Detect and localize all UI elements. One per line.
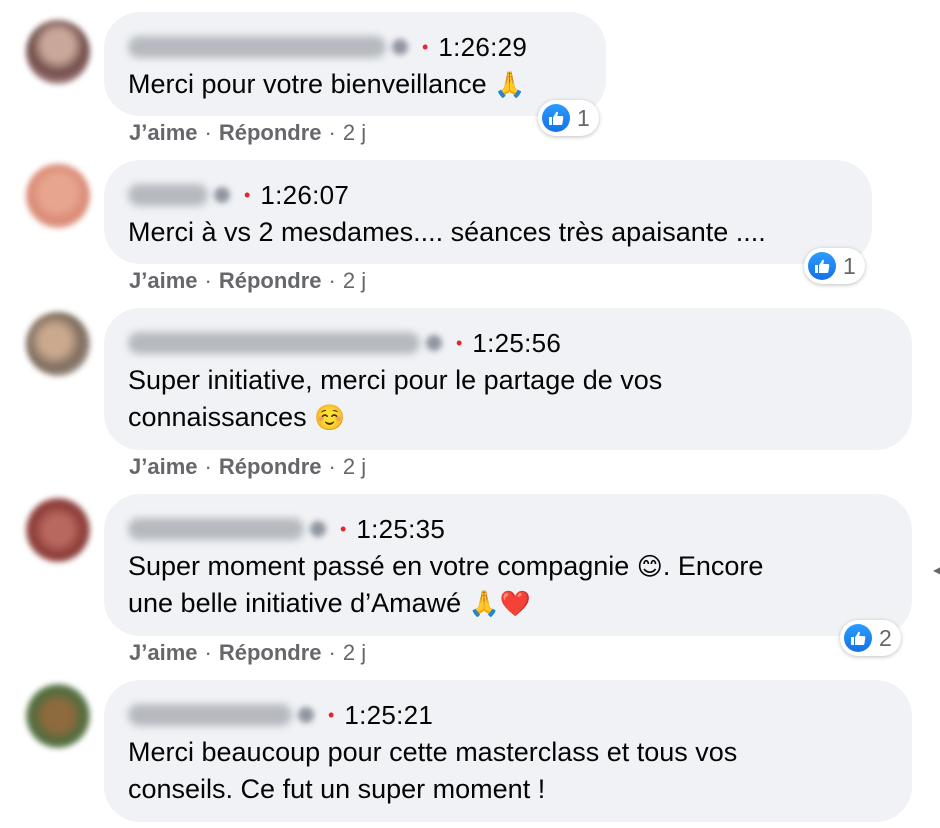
comment-timestamp[interactable]: 1:25:21 xyxy=(344,700,433,731)
separator: · xyxy=(328,640,336,665)
reaction-summary[interactable]: 1 xyxy=(538,100,599,136)
comment-bubble: • 1:26:07 Merci à vs 2 mesdames.... séan… xyxy=(104,160,872,264)
reaction-count: 2 xyxy=(879,624,892,651)
separator: · xyxy=(204,120,212,145)
avatar[interactable] xyxy=(26,498,90,562)
comment-actions: J’aime · Répondre · 2 j xyxy=(129,268,366,294)
avatar[interactable] xyxy=(26,20,90,84)
comment-age[interactable]: 2 j xyxy=(343,120,366,146)
comment-timestamp[interactable]: 1:26:29 xyxy=(438,32,527,63)
comment-age[interactable]: 2 j xyxy=(343,640,366,666)
reply-button[interactable]: Répondre xyxy=(219,120,322,146)
like-thumbs-up-icon xyxy=(808,252,836,280)
comment-timestamp[interactable]: 1:25:56 xyxy=(472,328,561,359)
comment-actions: J’aime · Répondre · 2 j xyxy=(129,454,366,480)
avatar[interactable] xyxy=(26,164,90,228)
reaction-count: 1 xyxy=(843,252,856,279)
separator: · xyxy=(204,268,212,293)
like-button[interactable]: J’aime xyxy=(129,640,198,666)
comment-text: Merci à vs 2 mesdames.... séances très a… xyxy=(128,217,766,247)
like-thumbs-up-icon xyxy=(844,624,872,652)
pray-emoji: 🙏 xyxy=(494,70,526,99)
comment-meta: • 1:26:29 xyxy=(128,32,527,62)
comment-meta: • 1:25:56 xyxy=(128,328,561,358)
author-name-blurred[interactable] xyxy=(128,184,208,206)
comment-timestamp[interactable]: 1:25:35 xyxy=(356,514,445,545)
comment-bubble: • 1:25:21 Merci beaucoup pour cette mast… xyxy=(104,680,912,822)
author-name-blurred[interactable] xyxy=(128,518,304,540)
comment-meta: • 1:25:21 xyxy=(128,700,433,730)
comment-age[interactable]: 2 j xyxy=(343,454,366,480)
verified-badge-icon xyxy=(310,521,326,537)
comment-text: Super initiative, merci pour le partage … xyxy=(128,365,663,432)
comment-bubble: • 1:25:35 Super moment passé en votre co… xyxy=(104,494,912,636)
comment-actions: J’aime · Répondre · 2 j xyxy=(129,640,366,666)
reaction-count: 1 xyxy=(577,104,590,131)
smiling-emoji: 😊 xyxy=(636,552,663,581)
avatar[interactable] xyxy=(26,312,90,376)
separator-dot: • xyxy=(422,37,429,57)
separator: · xyxy=(204,640,212,665)
separator-dot: • xyxy=(244,185,251,205)
comment-text: Merci beaucoup pour cette masterclass et… xyxy=(128,737,738,804)
comment-bubble: • 1:26:29 Merci pour votre bienveillance… xyxy=(104,12,606,116)
author-name-blurred[interactable] xyxy=(128,704,292,726)
verified-badge-icon xyxy=(426,335,442,351)
separator: · xyxy=(204,454,212,479)
reply-button[interactable]: Répondre xyxy=(219,268,322,294)
comment-age[interactable]: 2 j xyxy=(343,268,366,294)
reply-button[interactable]: Répondre xyxy=(219,454,322,480)
like-thumbs-up-icon xyxy=(542,104,570,132)
separator: · xyxy=(328,454,336,479)
like-button[interactable]: J’aime xyxy=(129,454,198,480)
avatar[interactable] xyxy=(26,684,90,748)
chevron-left-icon[interactable]: ◂ xyxy=(933,560,940,580)
author-name-blurred[interactable] xyxy=(128,36,386,58)
comment-meta: • 1:26:07 xyxy=(128,180,349,210)
separator-dot: • xyxy=(456,333,463,353)
comment-timestamp[interactable]: 1:26:07 xyxy=(260,180,349,211)
comment-actions: J’aime · Répondre · 2 j xyxy=(129,120,366,146)
comment-meta: • 1:25:35 xyxy=(128,514,445,544)
comment-text: Super moment passé en votre compagnie 😊.… xyxy=(128,551,764,618)
reaction-summary[interactable]: 2 xyxy=(840,620,901,656)
verified-badge-icon xyxy=(298,707,314,723)
author-name-blurred[interactable] xyxy=(128,332,420,354)
reply-button[interactable]: Répondre xyxy=(219,640,322,666)
separator-dot: • xyxy=(328,705,335,725)
pray-heart-emoji: 🙏❤️ xyxy=(468,589,531,618)
verified-badge-icon xyxy=(214,187,230,203)
comment-text: Merci pour votre bienveillance 🙏 xyxy=(128,69,526,99)
like-button[interactable]: J’aime xyxy=(129,120,198,146)
separator: · xyxy=(328,120,336,145)
reaction-summary[interactable]: 1 xyxy=(804,248,865,284)
smiling-emoji: ☺️ xyxy=(314,403,346,432)
verified-badge-icon xyxy=(392,39,408,55)
like-button[interactable]: J’aime xyxy=(129,268,198,294)
separator: · xyxy=(328,268,336,293)
separator-dot: • xyxy=(340,519,347,539)
comment-bubble: • 1:25:56 Super initiative, merci pour l… xyxy=(104,308,912,450)
